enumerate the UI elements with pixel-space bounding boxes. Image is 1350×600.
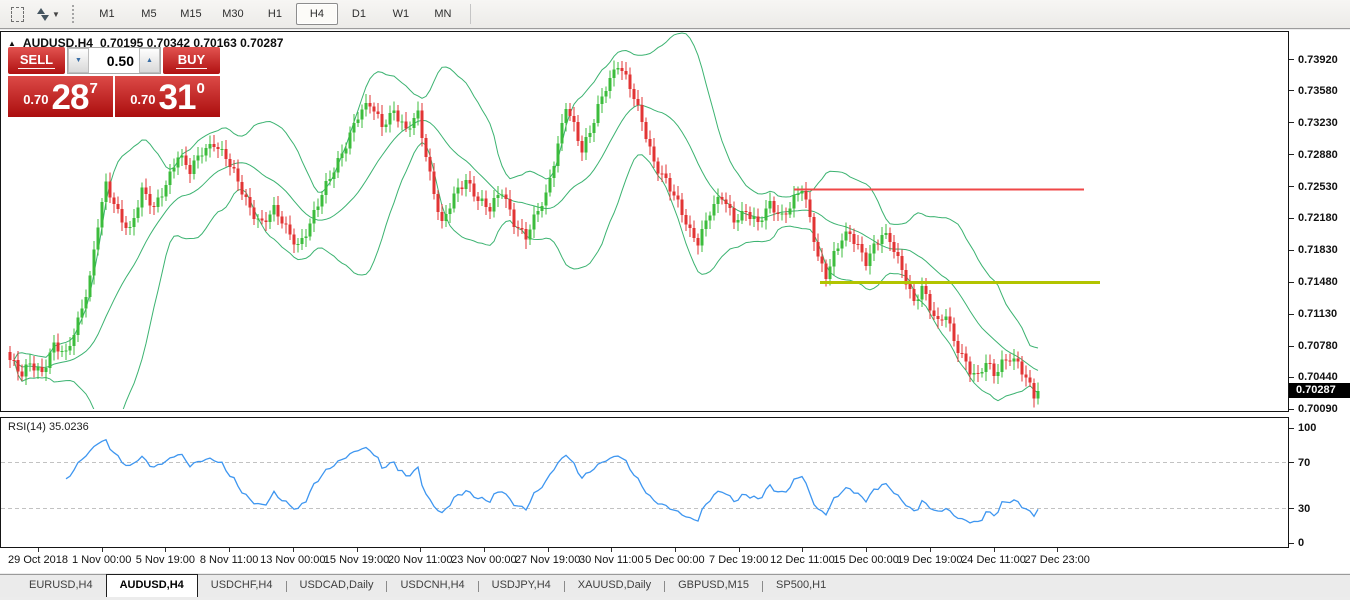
time-tick-label: 20 Nov 11:00 (388, 554, 453, 566)
time-tick-label: 1 Nov 00:00 (72, 554, 131, 566)
chart-tab-sp500-h1[interactable]: SP500,H1 (763, 575, 839, 597)
chart-tabs: EURUSD,H4AUDUSD,H4USDCHF,H4USDCAD,DailyU… (0, 574, 1350, 597)
time-tick (420, 548, 421, 552)
time-tick-label: 30 Nov 11:00 (579, 554, 644, 566)
time-tick-label: 5 Nov 19:00 (136, 554, 195, 566)
sell-price-display[interactable]: 0.70 28 7 (8, 76, 113, 117)
sell-button-label: SELL (18, 52, 55, 69)
time-tick-label: 12 Dec 11:00 (770, 554, 835, 566)
chart-tab-usdcnh-h4[interactable]: USDCNH,H4 (387, 575, 477, 597)
time-tick (611, 548, 612, 552)
sell-price-big-digits: 28 (52, 81, 89, 114)
buy-price-display[interactable]: 0.70 31 0 (115, 76, 220, 117)
time-tick-label: 19 Dec 19:00 (897, 554, 962, 566)
rsi-indicator-label: RSI(14) 35.0236 (8, 421, 89, 433)
chart-tab-audusd-h4[interactable]: AUDUSD,H4 (106, 574, 198, 597)
buy-price-pipette: 0 (196, 80, 204, 97)
time-tick-label: 24 Dec 11:00 (961, 554, 1026, 566)
one-click-trading-panel: SELL ▼ ▲ BUY 0.70 28 7 0.70 31 0 (8, 47, 220, 117)
time-tick (357, 548, 358, 552)
time-tick (229, 548, 230, 552)
chart-tab-eurusd-h4[interactable]: EURUSD,H4 (16, 575, 106, 597)
buy-price-big-digits: 31 (159, 81, 196, 114)
time-tick-label: 5 Dec 00:00 (645, 554, 704, 566)
time-tick-label: 27 Nov 19:00 (515, 554, 580, 566)
chart-tab-usdjpy-h4[interactable]: USDJPY,H4 (479, 575, 564, 597)
chart-tab-gbpusd-m15[interactable]: GBPUSD,M15 (665, 575, 762, 597)
time-tick (484, 548, 485, 552)
time-tick-label: 13 Nov 00:00 (260, 554, 325, 566)
time-tick (293, 548, 294, 552)
time-tick (930, 548, 931, 552)
time-tick (994, 548, 995, 552)
chart-tab-xauusd-daily[interactable]: XAUUSD,Daily (565, 575, 664, 597)
time-tick-label: 27 Dec 23:00 (1024, 554, 1089, 566)
sell-price-pipette: 7 (89, 80, 97, 97)
caret-up-icon: ▲ (146, 57, 153, 64)
time-tick (739, 548, 740, 552)
time-tick (1057, 548, 1058, 552)
time-tick-label: 15 Dec 00:00 (833, 554, 898, 566)
lot-decrease-button[interactable]: ▼ (68, 48, 89, 73)
lot-increase-button[interactable]: ▲ (139, 48, 160, 73)
sell-price-prefix: 0.70 (23, 92, 48, 107)
buy-button-label: BUY (176, 52, 207, 69)
time-tick (548, 548, 549, 552)
time-tick (802, 548, 803, 552)
chart-tab-usdcad-daily[interactable]: USDCAD,Daily (287, 575, 387, 597)
buy-price-prefix: 0.70 (130, 92, 155, 107)
time-tick (38, 548, 39, 552)
current-price-tag: 0.70287 (1289, 383, 1350, 398)
time-tick-label: 29 Oct 2018 (8, 554, 68, 566)
mt4-terminal-window: ▼ M1M5M15M30H1H4D1W1MN ▲ AUDUSD,H4 0.701… (0, 0, 1350, 600)
time-tick (675, 548, 676, 552)
time-tick (866, 548, 867, 552)
time-tick-label: 8 Nov 11:00 (200, 554, 259, 566)
lot-size-input[interactable] (89, 48, 139, 73)
time-tick (102, 548, 103, 552)
time-tick-label: 23 Nov 00:00 (451, 554, 516, 566)
time-tick-label: 15 Nov 19:00 (324, 554, 389, 566)
sell-button[interactable]: SELL (8, 47, 65, 74)
time-tick (165, 548, 166, 552)
caret-down-icon: ▼ (75, 57, 82, 64)
buy-button[interactable]: BUY (163, 47, 220, 74)
chart-tab-usdchf-h4[interactable]: USDCHF,H4 (198, 575, 286, 597)
lot-size-control: ▼ ▲ (67, 47, 161, 74)
time-tick-label: 7 Dec 19:00 (709, 554, 768, 566)
